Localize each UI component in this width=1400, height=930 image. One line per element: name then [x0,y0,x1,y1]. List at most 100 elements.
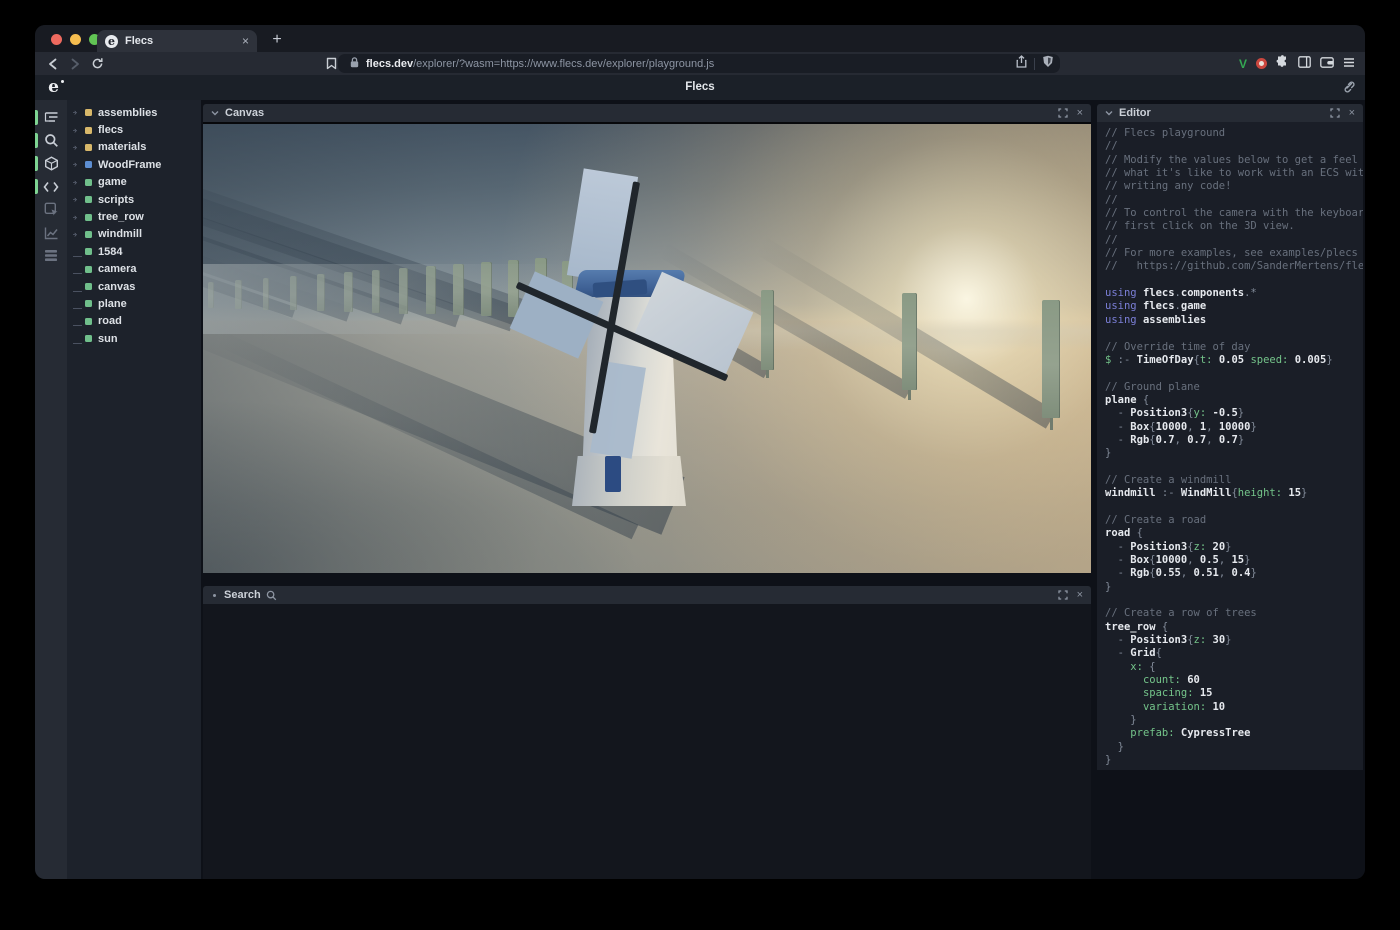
tree-item-windmill[interactable]: ›windmill [67,226,201,243]
expand-icon[interactable] [1330,108,1340,118]
tree-item-label: flecs [98,124,123,136]
tree-item-flecs[interactable]: › flecs [67,121,201,138]
tree-item-1584[interactable]: 1584 [67,243,201,260]
code-line: - Rgb{0.55, 0.51, 0.4} [1105,567,1363,580]
entity-kind-icon [85,214,92,221]
minimize-button[interactable] [70,34,81,45]
editor-panel-header: Editor × [1097,104,1363,122]
entity-kind-icon [85,179,92,186]
tree-item-road[interactable]: road [67,313,201,330]
expander-icon[interactable]: › [74,126,85,135]
divider [1034,58,1035,70]
search-results-area [203,604,1091,879]
expander-icon[interactable]: › [74,195,85,204]
close-icon[interactable]: × [1349,107,1355,119]
tool-strip [35,100,67,879]
code-editor[interactable]: // Flecs playground//// Modify the value… [1097,122,1363,770]
tab-title: Flecs [125,35,235,47]
code-line: - Position3{z: 20} [1105,541,1363,554]
canvas-3d-view[interactable] [203,122,1091,573]
tab-close-icon[interactable]: × [242,34,249,48]
tree-item-assemblies[interactable]: › assemblies [67,104,201,121]
tree-item-label: camera [98,263,137,275]
tree-item-label: materials [98,141,146,153]
reload-icon[interactable] [87,54,107,74]
forward-icon[interactable] [65,54,85,74]
code-line: x: { [1105,661,1363,674]
back-icon[interactable] [43,54,63,74]
tool-search[interactable] [35,129,67,152]
nav-bar: flecs.dev /explorer/?wasm=https://www.fl… [35,52,1365,75]
tree-item-sun[interactable]: sun [67,330,201,347]
wallet-icon[interactable] [1320,55,1334,73]
expander-icon[interactable]: › [74,178,85,187]
code-line: using assemblies [1105,314,1363,327]
expander-icon[interactable]: › [74,230,85,239]
code-line: // [1105,140,1363,153]
code-line: - Box{10000, 1, 10000} [1105,421,1363,434]
new-tab-button[interactable]: + [267,30,287,50]
code-line: // https://github.com/SanderMertens/flec… [1105,260,1363,273]
windmill-door [605,456,621,492]
expander-icon[interactable]: › [74,213,85,222]
code-line: // Create a row of trees [1105,607,1363,620]
tree-item-game[interactable]: › game [67,174,201,191]
tool-entity-tree[interactable] [35,106,67,129]
tree-item-WoodFrame[interactable]: › WoodFrame [67,156,201,173]
url-bar[interactable]: flecs.dev /explorer/?wasm=https://www.fl… [338,54,1060,73]
entity-kind-icon [85,231,92,238]
entity-kind-icon [85,300,92,307]
tool-canvas[interactable] [35,152,67,175]
search-panel-header: Search × [203,586,1091,604]
code-line [1105,461,1363,474]
browser-tab[interactable]: e Flecs × [97,30,257,52]
code-line: tree_row { [1105,621,1363,634]
tree-item-label: assemblies [98,107,157,119]
extension-v-icon[interactable]: V [1239,57,1247,71]
share-link-icon[interactable] [1341,80,1355,99]
close-button[interactable] [51,34,62,45]
close-icon[interactable]: × [1077,107,1083,119]
tool-editor[interactable] [35,175,67,198]
brave-shield-icon[interactable] [1042,55,1054,73]
code-line: // Create a windmill [1105,474,1363,487]
code-line: // To control the camera with the keyboa… [1105,207,1363,220]
code-line: } [1105,714,1363,727]
code-line: // Flecs playground [1105,127,1363,140]
entity-kind-icon [85,109,92,116]
expand-icon[interactable] [1058,590,1068,600]
tree-item-canvas[interactable]: canvas [67,278,201,295]
tree-item-label: WoodFrame [98,159,161,171]
tool-tables[interactable] [35,244,67,267]
tool-inspector[interactable] [35,198,67,221]
tree-item-camera[interactable]: camera [67,261,201,278]
expander-icon[interactable]: › [74,160,85,169]
tree-item-label: sun [98,333,118,345]
expand-icon[interactable] [1058,108,1068,118]
tree-item-plane[interactable]: plane [67,295,201,312]
code-line: } [1105,754,1363,767]
expander-icon[interactable]: › [74,143,85,152]
entity-kind-icon [85,161,92,168]
extensions-puzzle-icon[interactable] [1276,55,1289,73]
chevron-down-icon[interactable] [211,110,219,116]
tree-item-label: game [98,176,127,188]
url-host: flecs.dev [366,58,413,70]
tool-stats[interactable] [35,221,67,244]
chevron-down-icon[interactable] [1105,110,1113,116]
code-line: - Box{10000, 0.5, 15} [1105,554,1363,567]
entity-kind-icon [85,318,92,325]
entity-kind-icon [85,283,92,290]
expander-icon[interactable]: › [74,108,85,117]
code-line: // Override time of day [1105,341,1363,354]
extension-record-icon[interactable] [1256,58,1267,69]
close-icon[interactable]: × [1077,589,1083,601]
tree-item-scripts[interactable]: ›scripts [67,191,201,208]
bullet-icon[interactable] [213,594,216,597]
tree-item-tree_row[interactable]: ›tree_row [67,208,201,225]
code-line: variation: 10 [1105,701,1363,714]
tree-item-materials[interactable]: › materials [67,139,201,156]
share-icon[interactable] [1016,55,1027,73]
sidebar-toggle-icon[interactable] [1298,55,1311,73]
menu-icon[interactable] [1343,55,1355,73]
